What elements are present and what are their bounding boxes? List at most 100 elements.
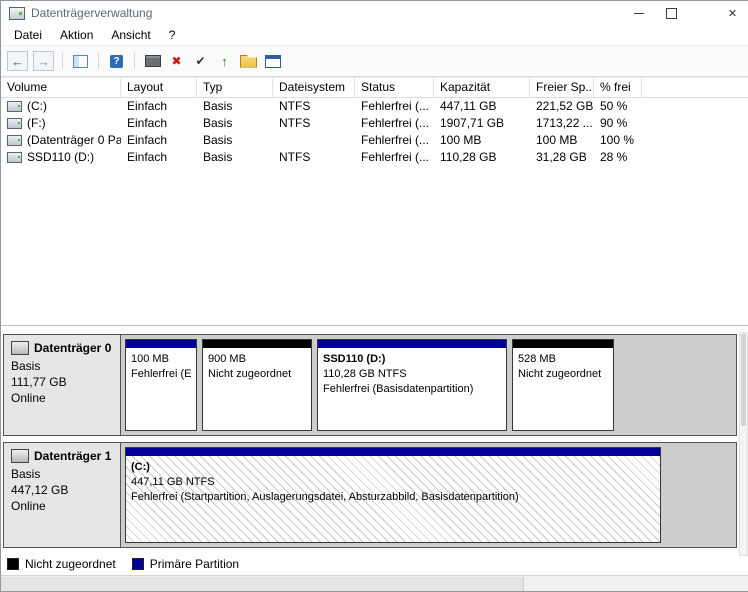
up-arrow-icon[interactable] <box>215 52 234 70</box>
partition-info: 100 MB Fehlerfrei (E <box>126 348 196 386</box>
close-button[interactable] <box>716 1 748 25</box>
disk-name: Datenträger 1 <box>34 449 112 463</box>
disk-area: Datenträger 0 Basis 111,77 GB Online 100 MB F… <box>3 334 737 548</box>
volume-cell: Einfach <box>127 150 168 164</box>
volume-list-pane: Volume Layout Typ Dateisystem Status Kapazitä… <box>1 77 748 325</box>
partition-line: Nicht zugeordnet <box>518 368 602 380</box>
volume-drive-icon <box>7 135 22 146</box>
volume-name: (Datenträger 0 Par... <box>27 133 121 147</box>
disk-icon <box>11 341 29 355</box>
maximize-button[interactable] <box>655 1 688 25</box>
partition[interactable]: 100 MB Fehlerfrei (E <box>125 339 197 431</box>
volume-cell: 100 MB <box>536 133 578 147</box>
volume-cell: NTFS <box>279 116 311 130</box>
menu-item-aktion[interactable]: Aktion <box>51 26 102 44</box>
menu-item-datei[interactable]: Datei <box>5 26 51 44</box>
volume-cell: Fehlerfrei (... <box>361 150 430 164</box>
check-icon[interactable] <box>191 52 210 70</box>
volume-cell: 447,11 GB <box>440 99 497 113</box>
partition-info: SSD110 (D:) 110,28 GB NTFS Fehlerfrei (Bas… <box>318 348 506 401</box>
partition[interactable]: (C:) 447,11 GB NTFS Fehlerfrei (Startparti… <box>125 447 661 543</box>
volume-cell: 221,52 GB <box>536 99 594 113</box>
toolbar-separator <box>98 53 99 69</box>
partition-stripe <box>126 448 660 456</box>
volume-cell: 110,28 GB <box>440 150 497 164</box>
partition-line: 447,11 GB NTFS <box>131 476 215 488</box>
volume-row[interactable]: (F:) Einfach Basis NTFS Fehlerfrei (... 1907,… <box>1 115 748 132</box>
partition-line: 100 MB <box>131 353 169 365</box>
disk-name-row: Datenträger 1 <box>11 449 113 463</box>
help-icon[interactable] <box>107 52 126 70</box>
disk-header[interactable]: Datenträger 1 Basis 447,12 GB Online <box>4 443 121 547</box>
volume-cell <box>273 132 355 149</box>
open-folder-icon[interactable] <box>239 52 258 70</box>
volume-cell: 1907,71 GB <box>440 116 505 130</box>
volume-drive-icon <box>7 101 22 112</box>
vertical-scrollbar-thumb[interactable] <box>741 334 746 426</box>
partition-line: 528 MB <box>518 353 556 365</box>
column-header[interactable]: Layout <box>121 78 197 97</box>
disk-size: 447,12 GB <box>11 483 69 497</box>
disk-row: Datenträger 0 Basis 111,77 GB Online 100 MB F… <box>3 334 737 436</box>
column-header[interactable]: Kapazität <box>434 78 530 97</box>
volume-cell: 1713,22 ... <box>536 116 593 130</box>
volume-row[interactable]: (Datenträger 0 Par... Einfach Basis Fehlerf… <box>1 132 748 149</box>
column-header[interactable]: Volume <box>1 78 121 97</box>
properties-icon[interactable] <box>143 52 162 70</box>
column-header[interactable]: % frei <box>594 78 642 97</box>
minimize-button[interactable] <box>622 1 655 25</box>
volume-cell: Fehlerfrei (... <box>361 133 430 147</box>
graphical-view-pane: Datenträger 0 Basis 111,77 GB Online 100 MB F… <box>1 325 748 575</box>
menu-item-help[interactable]: ? <box>160 26 185 44</box>
delete-icon[interactable] <box>167 52 186 70</box>
column-header[interactable]: Status <box>355 78 434 97</box>
partition-stripe <box>318 340 506 348</box>
toolbar-separator <box>134 53 135 69</box>
partition-title: (C:) <box>131 461 150 473</box>
volume-cell: (C:) <box>1 98 121 115</box>
partition[interactable]: 900 MB Nicht zugeordnet <box>202 339 312 431</box>
volume-cell: (Datenträger 0 Par... <box>1 132 121 149</box>
volume-cell: 50 % <box>600 99 628 113</box>
forward-icon[interactable] <box>33 51 54 71</box>
volume-drive-icon <box>7 152 22 163</box>
partition[interactable]: 528 MB Nicht zugeordnet <box>512 339 614 431</box>
disk-status: Online <box>11 499 46 513</box>
partition-line: Fehlerfrei (E <box>131 368 192 380</box>
menu-item-ansicht[interactable]: Ansicht <box>102 26 159 44</box>
back-icon[interactable] <box>7 51 28 71</box>
legend: Nicht zugeordnet Primäre Partition <box>7 556 737 572</box>
partition-area: 100 MB Fehlerfrei (E 900 MB Nicht zugeordne… <box>121 335 736 435</box>
volume-name: (F:) <box>27 116 46 130</box>
close-icon <box>728 6 737 20</box>
volume-row[interactable]: SSD110 (D:) Einfach Basis NTFS Fehlerfrei (.… <box>1 149 748 166</box>
legend-label: Primäre Partition <box>149 557 240 571</box>
column-header[interactable]: Typ <box>197 78 273 97</box>
partition-stripe <box>203 340 311 348</box>
volume-cell: 100 MB <box>440 133 482 147</box>
column-header[interactable]: Dateisystem <box>273 78 355 97</box>
legend-color-swatch <box>7 558 19 570</box>
disk-type: Basis <box>11 359 41 373</box>
vertical-scrollbar[interactable] <box>739 332 748 556</box>
volume-row[interactable]: (C:) Einfach Basis NTFS Fehlerfrei (... 447,1… <box>1 98 748 115</box>
volume-list-header: Volume Layout Typ Dateisystem Status Kapazitä… <box>1 77 748 98</box>
disk-status: Online <box>11 391 46 405</box>
volume-cell: 28 % <box>600 150 628 164</box>
volume-name: (C:) <box>27 99 47 113</box>
volume-cell: Basis <box>203 116 233 130</box>
partition[interactable]: SSD110 (D:) 110,28 GB NTFS Fehlerfrei (Bas… <box>317 339 507 431</box>
titlebar: Datenträgerverwaltung <box>1 1 748 25</box>
volume-cell: Fehlerfrei (... <box>361 116 430 130</box>
legend-item: Nicht zugeordnet <box>7 557 116 571</box>
view-list-icon[interactable] <box>263 52 282 70</box>
volume-cell: Einfach <box>127 133 168 147</box>
partition-line: Fehlerfrei (Startpartition, Auslagerungs… <box>131 491 519 503</box>
disk-header[interactable]: Datenträger 0 Basis 111,77 GB Online <box>4 335 121 435</box>
console-tree-icon[interactable] <box>71 52 90 70</box>
partition-line: Fehlerfrei (Basisdatenpartition) <box>323 383 474 395</box>
volume-cell: (F:) <box>1 115 121 132</box>
caption-buttons <box>622 1 748 25</box>
column-header[interactable]: Freier Sp... <box>530 78 594 97</box>
partition-info: (C:) 447,11 GB NTFS Fehlerfrei (Startparti… <box>126 456 660 509</box>
